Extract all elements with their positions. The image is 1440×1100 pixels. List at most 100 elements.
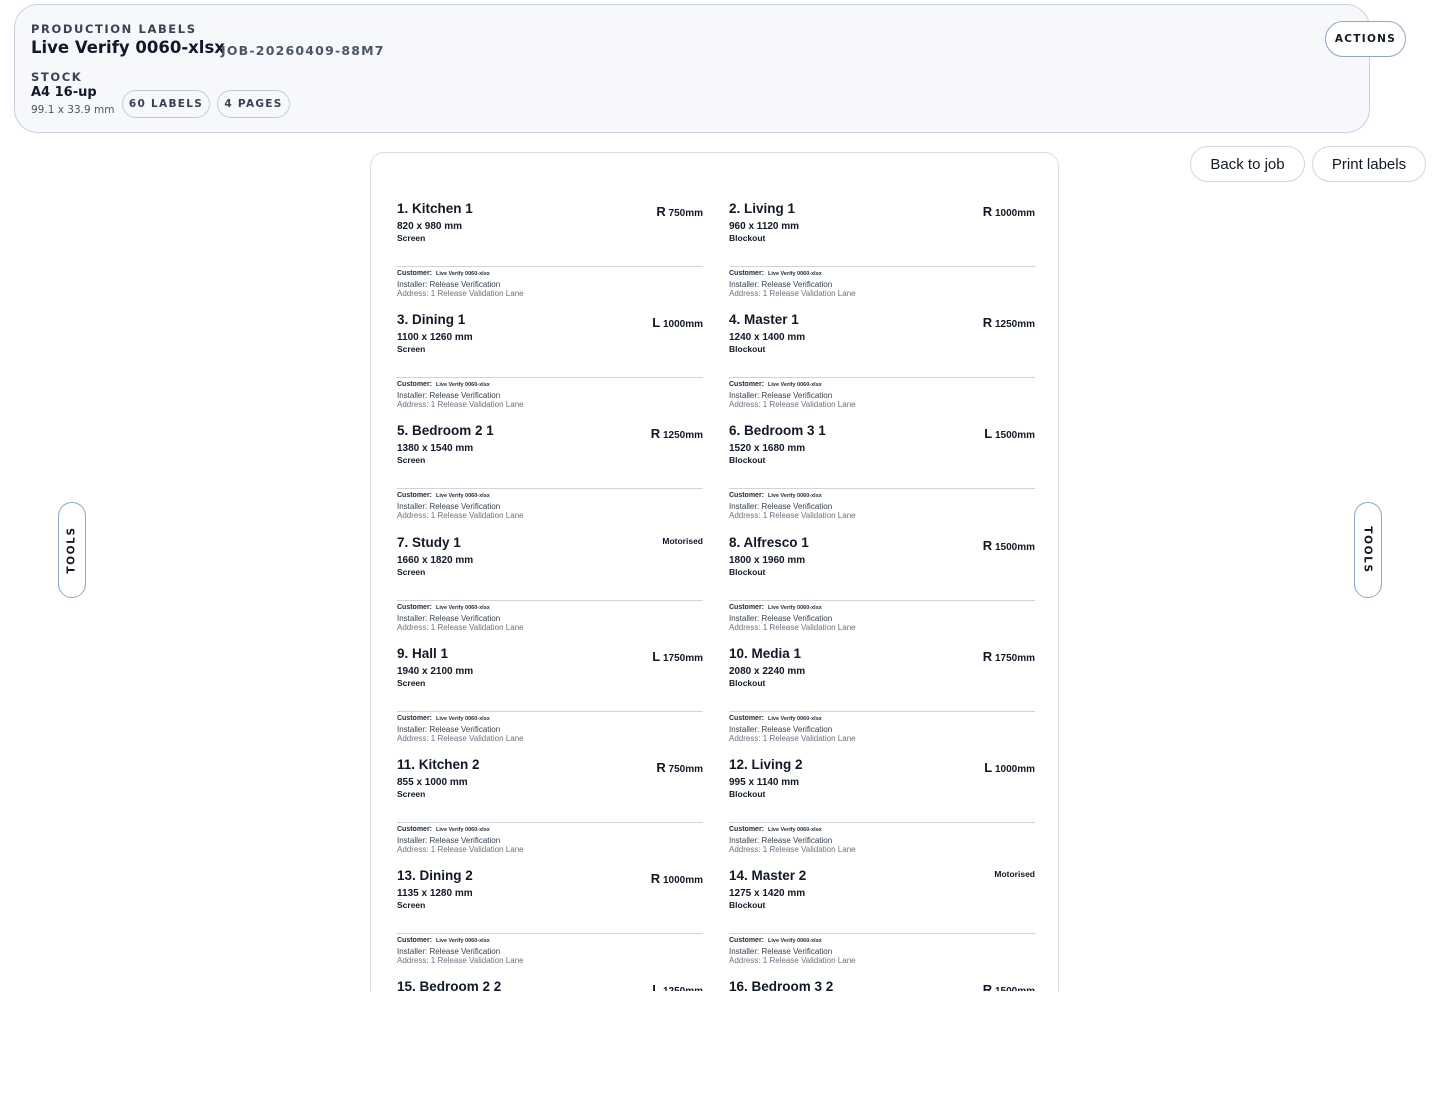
label-title: 2. Living 1 [729,201,796,216]
label-customer: Customer: Live Verify 0060-xlsx [729,604,822,611]
label-divider [729,488,1035,490]
label-address: Address: 1 Release Validation Lane [729,845,856,854]
label-fabric: Blockout [729,455,766,466]
label-control: R 1250mm [651,426,703,441]
label-control-size: 750mm [668,208,703,219]
label-title: 16. Bedroom 3 2 [729,979,834,991]
label-divider [729,822,1035,823]
label-address: Address: 1 Release Validation Lane [397,845,524,854]
production-label: 10. Media 1 2080 x 2240 mm Blockout R 1750m… [729,645,1035,756]
tools-tab-left-label: TOOLS [66,526,78,574]
label-dimensions: 1100 x 1260 mm [397,332,473,344]
label-address: Address: 1 Release Validation Lane [397,956,524,966]
label-fabric: Screen [397,789,426,799]
label-title: 11. Kitchen 2 [397,757,480,772]
label-divider [397,822,703,823]
label-customer-value: Live Verify 0060-xlsx [436,493,490,500]
label-fabric: Blockout [729,900,766,911]
label-customer-key: Customer: [729,492,765,500]
label-installer: Installer: Release Verification [397,836,501,845]
production-label: 16. Bedroom 3 2R 1500mmCustomer:Live Ver… [729,978,1035,991]
label-installer: Installer: Release Verification [397,613,501,623]
label-customer-value: Live Verify 0060-xlsx [436,382,490,389]
label-dimensions: 855 x 1000 mm [397,777,468,788]
label-customer: Customer: Live Verify 0060-xlsx [397,715,490,722]
label-address: Address: 1 Release Validation Lane [729,400,856,410]
label-customer-key: Customer: [397,826,433,833]
tools-tab-right[interactable]: TOOLS [1354,502,1382,598]
production-label: 2. Living 1 960 x 1120 mm Blockout R 1000mm… [729,200,1035,311]
label-control-side: R [982,648,993,664]
label-title: 1. Kitchen 1 [397,201,473,216]
label-divider [729,377,1035,379]
label-divider [729,933,1035,935]
label-customer: Customer: Live Verify 0060-xlsx [729,492,822,499]
production-label: 13. Dining 2 1135 x 1280 mm Screen R 1000mm… [397,867,703,978]
label-customer: Customer: Live Verify 0060-xlsx [397,826,490,833]
job-code: JOB-20260409-88M7 [221,43,385,58]
label-dimensions: 960 x 1120 mm [729,221,800,232]
label-customer-key: Customer: [729,714,765,722]
actions-button[interactable]: ACTIONS [1325,21,1406,57]
label-control-size: 1500mm [995,986,1035,991]
label-title: 14. Master 2 [729,868,807,884]
label-title: 6. Bedroom 3 1 [729,423,826,439]
label-customer-value: Live Verify 0060-xlsx [436,604,490,611]
label-customer: Customer: Live Verify 0060-xlsx [397,937,490,944]
label-customer-value: Live Verify 0060-xlsx [436,715,490,722]
tools-tab-left[interactable]: TOOLS [58,502,86,598]
label-customer: Customer: Live Verify 0060-xlsx [729,826,822,833]
label-fabric: Screen [397,233,426,243]
label-customer-value: Live Verify 0060-xlsx [436,271,490,277]
label-installer: Installer: Release Verification [729,724,833,734]
print-labels-button[interactable]: Print labels [1312,146,1426,182]
label-control-side: R [982,982,993,991]
label-address: Address: 1 Release Validation Lane [729,511,856,521]
label-control: L 1000mm [984,760,1035,775]
label-address: Address: 1 Release Validation Lane [729,956,856,966]
label-control: R 1000mm [651,871,703,886]
label-address: Address: 1 Release Validation Lane [397,400,524,410]
label-customer-key: Customer: [397,603,433,611]
label-control-size: 1750mm [994,652,1035,664]
label-control: R 1500mm [983,538,1035,553]
production-label: 8. Alfresco 1 1800 x 1960 mm Blockout R 150… [729,534,1035,645]
label-control-size: 1750mm [662,652,703,664]
label-control: R 1750mm [983,649,1035,664]
label-customer-key: Customer: [397,492,433,500]
label-customer-key: Customer: [729,603,765,611]
label-control-side: L [652,982,661,991]
label-customer-value: Live Verify 0060-xlsx [436,827,490,833]
label-customer: Customer: Live Verify 0060-xlsx [397,492,490,499]
label-divider [397,933,703,935]
label-customer-value: Live Verify 0060-xlsx [768,382,822,389]
label-dimensions: 1380 x 1540 mm [397,443,474,455]
label-control-size: 1000mm [994,208,1035,219]
production-label: 15. Bedroom 2 2L 1250mmCustomer:Live Ver… [397,978,703,991]
label-dimensions: 1135 x 1280 mm [397,888,473,900]
label-address: Address: 1 Release Validation Lane [397,511,524,521]
page-eyebrow: PRODUCTION LABELS [31,22,197,36]
label-installer: Installer: Release Verification [397,280,501,289]
label-sheet-viewport[interactable]: 1. Kitchen 1 820 x 980 mm Screen R 750mm Cus… [370,152,1060,991]
label-installer: Installer: Release Verification [729,391,833,401]
label-fabric: Screen [397,677,426,688]
label-customer-value: Live Verify 0060-xlsx [768,604,822,611]
label-title: 3. Dining 1 [397,312,466,328]
label-control-size: 750mm [668,764,703,775]
production-label: 3. Dining 1 1100 x 1260 mm Screen L 1000mm C… [397,311,703,422]
label-customer-value: Live Verify 0060-xlsx [768,493,822,500]
label-fabric: Blockout [729,233,766,243]
label-customer-value: Live Verify 0060-xlsx [768,271,822,277]
label-address: Address: 1 Release Validation Lane [729,289,856,298]
label-title: 10. Media 1 [729,645,802,661]
label-divider [397,377,703,379]
stock-name: A4 16-up [31,85,97,100]
label-control-size: 1250mm [994,319,1035,331]
label-fabric: Screen [397,344,426,355]
label-control-side: R [982,315,993,331]
label-control-type: Motorised [662,535,703,546]
label-fabric: Blockout [729,677,766,688]
label-control: R 1500mm [983,982,1035,991]
back-to-job-button[interactable]: Back to job [1190,146,1305,182]
